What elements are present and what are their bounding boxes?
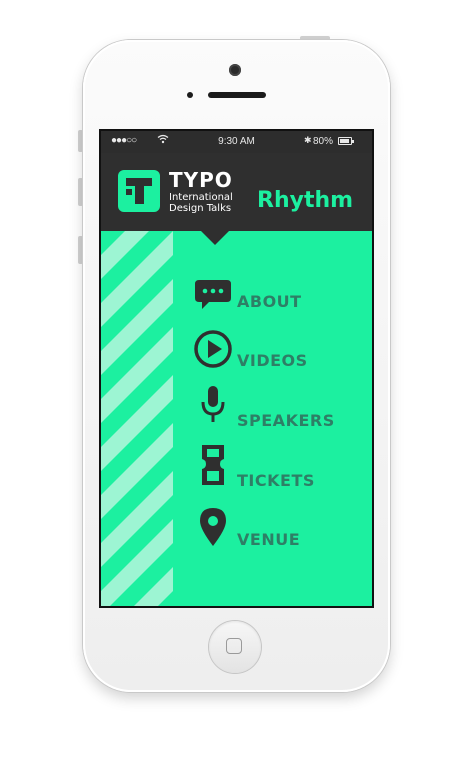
- menu-label-videos: VIDEOS: [237, 351, 308, 370]
- triangle-pattern: [101, 231, 173, 606]
- camera-icon: [229, 64, 241, 76]
- menu-label-venue: VENUE: [237, 530, 301, 549]
- app-screen: ●●●○○ 9:30 AM ✱ 80% TYPO International D…: [101, 131, 372, 606]
- event-title: Rhythm: [257, 188, 354, 213]
- menu-item-videos[interactable]: VIDEOS: [193, 329, 363, 373]
- ticket-icon: [202, 445, 224, 485]
- menu-label-speakers: SPEAKERS: [237, 411, 335, 430]
- chat-bubble-icon: [195, 280, 231, 309]
- brand-name: TYPO: [169, 168, 233, 192]
- battery-percent: 80%: [313, 136, 334, 147]
- header-pointer: [201, 231, 229, 245]
- menu-label-tickets: TICKETS: [237, 471, 315, 490]
- tagline-line2: Design Talks: [169, 203, 232, 214]
- earpiece-speaker: [208, 92, 266, 98]
- brand-tagline: International Design Talks: [169, 192, 233, 214]
- menu-item-speakers[interactable]: SPEAKERS: [193, 385, 363, 430]
- home-button[interactable]: [209, 621, 261, 673]
- front-camera-icon: [187, 92, 193, 98]
- menu-item-venue[interactable]: VENUE: [193, 507, 363, 551]
- tagline-line1: International: [169, 192, 233, 203]
- play-icon: [194, 330, 232, 368]
- microphone-icon: [201, 386, 225, 422]
- menu-label-about: ABOUT: [237, 292, 302, 311]
- battery-icon: [338, 137, 354, 145]
- menu-item-tickets[interactable]: TICKETS: [193, 445, 363, 490]
- typo-logo-icon: [118, 170, 160, 212]
- menu-item-about[interactable]: ABOUT: [193, 276, 363, 320]
- status-bar: ●●●○○ 9:30 AM ✱ 80%: [101, 131, 372, 153]
- location-pin-icon: [200, 508, 226, 546]
- bluetooth-icon: ✱: [304, 135, 312, 145]
